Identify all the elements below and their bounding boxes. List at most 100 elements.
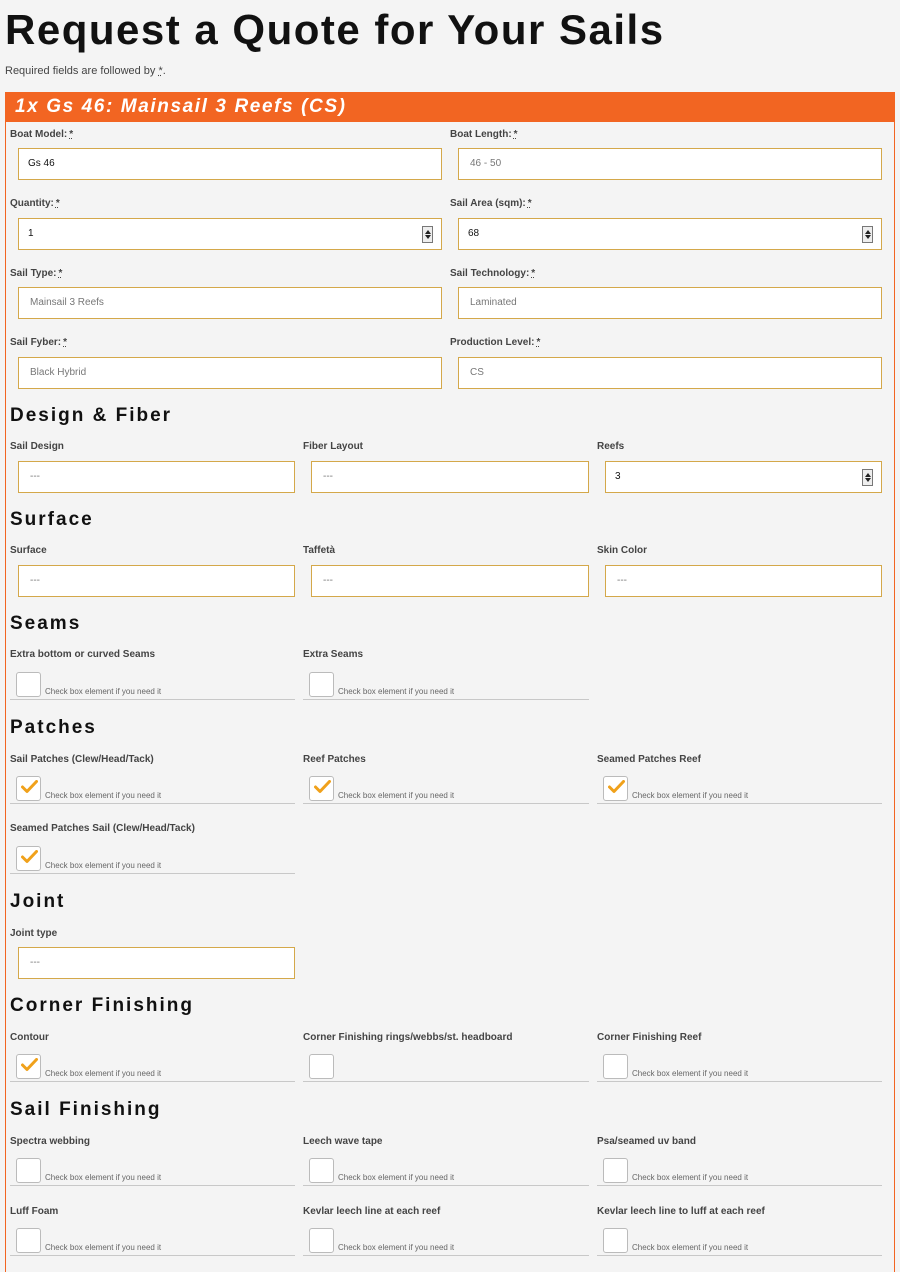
taffeta-select[interactable]: --- — [311, 565, 589, 597]
sail-technology-input[interactable]: Laminated — [458, 287, 882, 319]
kevlar-luff-label: Kevlar leech line to luff at each reef — [597, 1206, 765, 1217]
sail-area-spinner[interactable] — [862, 226, 873, 243]
reef-patches-label: Reef Patches — [303, 754, 366, 765]
contour-label: Contour — [10, 1032, 49, 1043]
seamed-patches-reef-label: Seamed Patches Reef — [597, 754, 701, 765]
section-title-patches: Patches — [10, 717, 97, 738]
taffeta-label: Taffetà — [303, 545, 336, 556]
extra-seams-checkbox[interactable] — [309, 672, 334, 697]
corner-rings-row — [303, 1054, 589, 1082]
spinner-up-icon[interactable] — [425, 230, 431, 234]
sail-fyber-input[interactable]: Black Hybrid — [18, 357, 442, 389]
luff-foam-checkbox[interactable] — [16, 1228, 41, 1253]
section-title-sail-finishing: Sail Finishing — [10, 1099, 162, 1120]
spectra-webbing-row: Check box element if you need it — [10, 1158, 295, 1186]
leech-wave-tape-row: Check box element if you need it — [303, 1158, 589, 1186]
fiber-layout-select[interactable]: --- — [311, 461, 589, 493]
section-title-joint: Joint — [10, 891, 66, 912]
section-title-surface: Surface — [10, 509, 94, 530]
sail-technology-label: Sail Technology: * — [450, 268, 536, 279]
surface-select[interactable]: --- — [18, 565, 295, 597]
check-hint: Check box element if you need it — [632, 1173, 749, 1182]
quantity-stepper[interactable]: 1 — [18, 218, 442, 250]
checkmark-icon — [21, 1058, 38, 1071]
seamed-patches-reef-row: Check box element if you need it — [597, 776, 882, 804]
leech-wave-tape-label: Leech wave tape — [303, 1136, 383, 1147]
contour-row: Check box element if you need it — [10, 1054, 295, 1082]
production-level-input[interactable]: CS — [458, 357, 882, 389]
sail-patches-row: Check box element if you need it — [10, 776, 295, 804]
extra-bottom-seams-row: Check box element if you need it — [10, 672, 295, 700]
seamed-patches-reef-checkbox[interactable] — [603, 776, 628, 801]
skin-color-select[interactable]: --- — [605, 565, 882, 597]
quantity-label: Quantity: * — [10, 198, 60, 209]
psa-uv-band-checkbox[interactable] — [603, 1158, 628, 1183]
contour-checkbox[interactable] — [16, 1054, 41, 1079]
boat-model-input[interactable]: Gs 46 — [18, 148, 442, 180]
boat-length-input[interactable]: 46 - 50 — [458, 148, 882, 180]
required-note-period: . — [162, 65, 166, 77]
sail-area-label: Sail Area (sqm): * — [450, 198, 532, 209]
extra-seams-row: Check box element if you need it — [303, 672, 589, 700]
sail-patches-checkbox[interactable] — [16, 776, 41, 801]
spinner-down-icon[interactable] — [425, 235, 431, 239]
corner-reef-row: Check box element if you need it — [597, 1054, 882, 1082]
kevlar-leech-label: Kevlar leech line at each reef — [303, 1206, 441, 1217]
sail-area-value: 68 — [468, 228, 480, 239]
corner-rings-checkbox[interactable] — [309, 1054, 334, 1079]
panel-header: 1x Gs 46: Mainsail 3 Reefs (CS) — [6, 93, 894, 122]
kevlar-luff-checkbox[interactable] — [603, 1228, 628, 1253]
seamed-patches-sail-checkbox[interactable] — [16, 846, 41, 871]
boat-model-label: Boat Model: * — [10, 129, 74, 140]
corner-reef-checkbox[interactable] — [603, 1054, 628, 1079]
sail-design-select[interactable]: --- — [18, 461, 295, 493]
check-hint: Check box element if you need it — [45, 791, 162, 800]
quantity-value: 1 — [28, 228, 34, 239]
check-hint: Check box element if you need it — [338, 791, 455, 800]
reefs-spinner[interactable] — [862, 469, 873, 486]
surface-label: Surface — [10, 545, 47, 556]
sail-patches-label: Sail Patches (Clew/Head/Tack) — [10, 754, 154, 765]
check-hint: Check box element if you need it — [338, 1173, 455, 1182]
joint-type-select[interactable]: --- — [18, 947, 295, 979]
psa-uv-band-label: Psa/seamed uv band — [597, 1136, 696, 1147]
boat-length-label: Boat Length: * — [450, 129, 518, 140]
corner-reef-label: Corner Finishing Reef — [597, 1032, 702, 1043]
check-hint: Check box element if you need it — [45, 687, 162, 696]
checkmark-icon — [314, 780, 331, 793]
spectra-webbing-label: Spectra webbing — [10, 1136, 91, 1147]
check-hint: Check box element if you need it — [45, 861, 162, 870]
spectra-webbing-checkbox[interactable] — [16, 1158, 41, 1183]
kevlar-leech-checkbox[interactable] — [309, 1228, 334, 1253]
spinner-down-icon[interactable] — [865, 478, 871, 482]
seamed-patches-sail-row: Check box element if you need it — [10, 846, 295, 874]
check-hint: Check box element if you need it — [338, 687, 455, 696]
sail-type-input[interactable]: Mainsail 3 Reefs — [18, 287, 442, 319]
spinner-up-icon[interactable] — [865, 473, 871, 477]
joint-type-label: Joint type — [10, 928, 58, 939]
reefs-stepper[interactable]: 3 — [605, 461, 882, 493]
psa-uv-band-row: Check box element if you need it — [597, 1158, 882, 1186]
spinner-down-icon[interactable] — [865, 235, 871, 239]
check-hint: Check box element if you need it — [632, 791, 749, 800]
skin-color-label: Skin Color — [597, 545, 648, 556]
extra-seams-label: Extra Seams — [303, 649, 364, 660]
leech-wave-tape-checkbox[interactable] — [309, 1158, 334, 1183]
check-hint: Check box element if you need it — [632, 1243, 749, 1252]
required-note-text: Required fields are followed by — [5, 65, 156, 77]
required-fields-note: Required fields are followed by *. — [5, 65, 166, 77]
sail-fyber-label: Sail Fyber: * — [10, 337, 68, 348]
check-hint: Check box element if you need it — [45, 1069, 162, 1078]
quantity-spinner[interactable] — [422, 226, 433, 243]
reef-patches-row: Check box element if you need it — [303, 776, 589, 804]
check-hint: Check box element if you need it — [338, 1243, 455, 1252]
sail-type-label: Sail Type: * — [10, 268, 63, 279]
checkmark-icon — [21, 780, 38, 793]
production-level-label: Production Level: * — [450, 337, 541, 348]
reef-patches-checkbox[interactable] — [309, 776, 334, 801]
seamed-patches-sail-label: Seamed Patches Sail (Clew/Head/Tack) — [10, 823, 195, 834]
extra-bottom-seams-label: Extra bottom or curved Seams — [10, 649, 156, 660]
sail-area-stepper[interactable]: 68 — [458, 218, 882, 250]
spinner-up-icon[interactable] — [865, 230, 871, 234]
extra-bottom-seams-checkbox[interactable] — [16, 672, 41, 697]
